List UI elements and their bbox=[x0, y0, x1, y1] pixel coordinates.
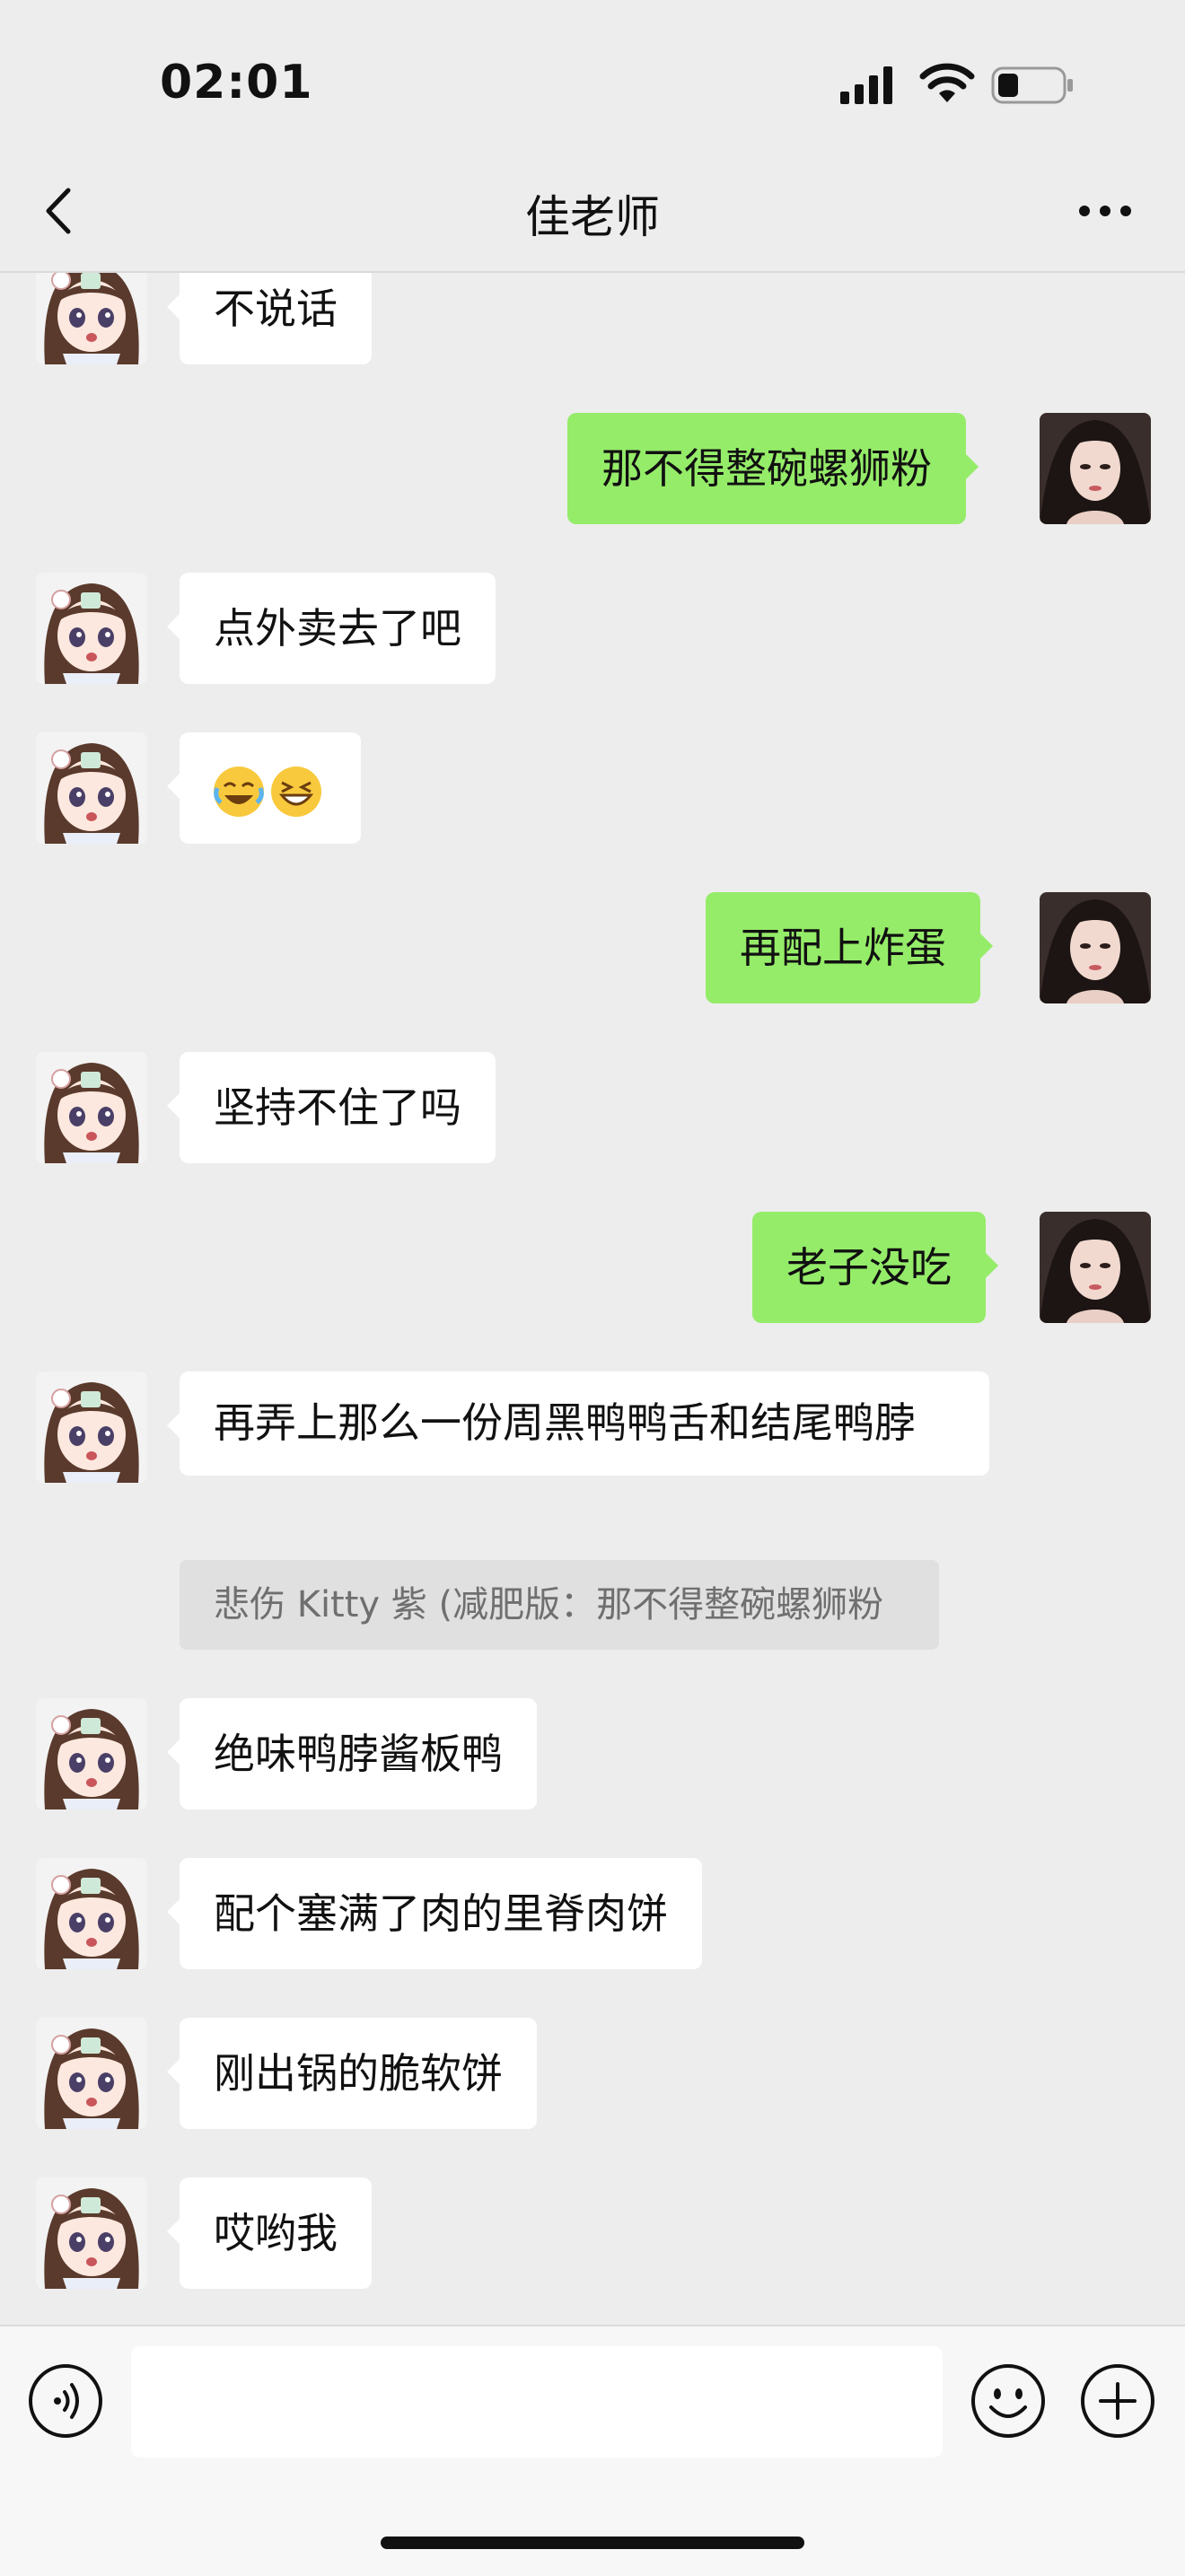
avatar-self[interactable] bbox=[1040, 1212, 1151, 1323]
chat-title: 佳老师 bbox=[525, 191, 660, 243]
voice-input-icon[interactable] bbox=[27, 2362, 104, 2440]
cellular-signal-icon bbox=[840, 66, 892, 104]
message-input[interactable] bbox=[131, 2346, 943, 2458]
avatar-contact[interactable] bbox=[36, 573, 147, 684]
message-bubble-received[interactable]: 刚出锅的脆软饼 bbox=[167, 2018, 537, 2129]
avatar-contact[interactable] bbox=[36, 1858, 147, 1969]
avatar-contact[interactable] bbox=[36, 2018, 147, 2129]
avatar-contact[interactable] bbox=[36, 1698, 147, 1809]
avatar-self[interactable] bbox=[1040, 892, 1151, 1003]
battery-icon bbox=[991, 66, 1073, 104]
status-time: 02:01 bbox=[160, 56, 313, 110]
more-functions-plus-icon[interactable] bbox=[1079, 2362, 1156, 2440]
avatar-contact[interactable] bbox=[36, 1052, 147, 1163]
avatar-contact[interactable] bbox=[36, 732, 147, 844]
wifi-icon bbox=[919, 63, 975, 102]
avatar-self[interactable] bbox=[1040, 413, 1151, 524]
message-bubble-received[interactable]: 点外卖去了吧 bbox=[167, 573, 496, 684]
more-options-icon[interactable] bbox=[1074, 188, 1137, 233]
message-bubble-received[interactable]: 哎哟我 bbox=[167, 2177, 372, 2289]
emoji-picker-icon[interactable] bbox=[970, 2362, 1047, 2440]
message-bubble-received[interactable]: 绝味鸭脖酱板鸭 bbox=[167, 1698, 537, 1809]
avatar-contact[interactable] bbox=[36, 2177, 147, 2289]
message-bubble-emoji[interactable] bbox=[167, 732, 361, 844]
quoted-reply[interactable]: 悲伤 Kitty 紫 (减肥版：那不得整碗螺狮粉 bbox=[180, 1560, 939, 1650]
grinning-squinting-face-icon bbox=[271, 766, 321, 817]
message-bubble-sent[interactable]: 那不得整碗螺狮粉 bbox=[567, 413, 979, 524]
message-bubble-received[interactable]: 坚持不住了吗 bbox=[167, 1052, 496, 1163]
message-bubble-received[interactable]: 配个塞满了肉的里脊肉饼 bbox=[167, 1858, 702, 1969]
avatar-contact[interactable] bbox=[36, 1371, 147, 1483]
message-bubble-received[interactable]: 再弄上那么一份周黑鸭鸭舌和结尾鸭脖 bbox=[167, 1371, 989, 1476]
home-indicator[interactable] bbox=[381, 2537, 804, 2549]
message-list[interactable] bbox=[0, 271, 1185, 2325]
message-bubble-sent[interactable]: 老子没吃 bbox=[752, 1212, 998, 1323]
message-bubble-sent[interactable]: 再配上炸蛋 bbox=[706, 892, 993, 1003]
face-with-tears-of-joy-icon bbox=[214, 766, 264, 817]
